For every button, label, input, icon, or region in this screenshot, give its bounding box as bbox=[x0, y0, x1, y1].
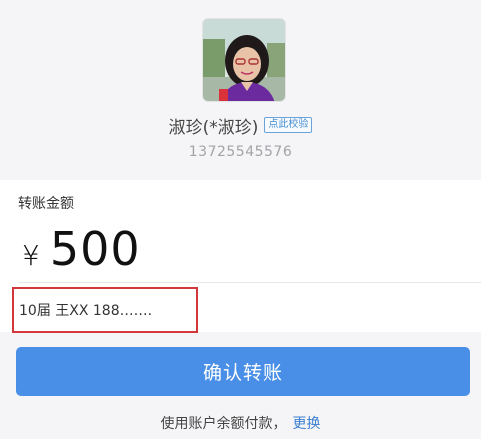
amount-value[interactable]: 500 bbox=[50, 222, 141, 276]
payment-method-text: 使用账户余额付款， bbox=[160, 416, 287, 432]
currency-symbol: ¥ bbox=[22, 239, 40, 272]
verify-name-button[interactable]: 点此校验 bbox=[264, 117, 313, 133]
recipient-name-row: 淑珍(*淑珍) 点此校验 bbox=[0, 112, 481, 138]
amount-label: 转账金额 bbox=[18, 196, 74, 212]
transfer-note-field[interactable]: 10届 王XX 188……. bbox=[19, 300, 152, 320]
payment-method-row: 使用账户余额付款， 更换 bbox=[0, 412, 481, 434]
change-payment-link[interactable]: 更换 bbox=[293, 413, 321, 433]
avatar-photo bbox=[203, 19, 285, 101]
recipient-phone: 13725545576 bbox=[188, 144, 293, 160]
recipient-name: 淑珍(*淑珍) bbox=[168, 117, 259, 138]
recipient-profile: 淑珍(*淑珍) 点此校验 13725545576 bbox=[0, 0, 481, 180]
amount-field[interactable]: ¥ 500 bbox=[22, 222, 141, 282]
avatar bbox=[202, 18, 286, 102]
confirm-transfer-button[interactable]: 确认转账 bbox=[16, 347, 470, 396]
divider bbox=[18, 282, 481, 283]
